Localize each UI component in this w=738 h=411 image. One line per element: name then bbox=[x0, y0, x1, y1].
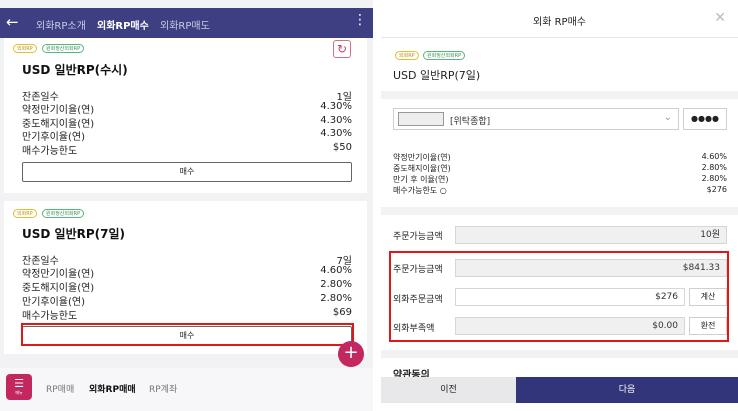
account-select[interactable]: [위탁종합] ⌄ bbox=[393, 108, 679, 130]
info-row: 만기후이율(연) 4.30% bbox=[22, 128, 352, 143]
badge-fx-rp: 외화RP bbox=[395, 51, 419, 60]
info-row: 매수가능한도 $50 bbox=[22, 142, 352, 157]
nav-fx-rp-trade[interactable]: 외화RP매매 bbox=[89, 382, 136, 395]
tab-rp-sell[interactable]: 외화RP매도 bbox=[160, 17, 210, 32]
password-field[interactable]: ●●●● bbox=[683, 108, 727, 130]
card-title: USD 일반RP(수시) bbox=[22, 63, 128, 77]
plus-icon[interactable]: + bbox=[338, 341, 364, 367]
badge-krw-settle: 원화정산외화RP bbox=[423, 51, 466, 60]
refresh-icon[interactable]: ↻ bbox=[333, 40, 351, 58]
page-title: 외화 RP매수 bbox=[533, 17, 586, 28]
menu-button[interactable]: ☰ 메뉴 bbox=[6, 374, 32, 400]
divider bbox=[381, 207, 738, 215]
header-bar: ← 외화RP소개 외화RP매수 외화RP매도 ⋮ bbox=[0, 8, 373, 38]
tab-rp-intro[interactable]: 외화RP소개 bbox=[36, 17, 86, 32]
order-krw-value: 10원 bbox=[455, 226, 727, 244]
badge-fx-rp: 외화RP bbox=[13, 209, 37, 218]
order-krw-label: 주문가능금액 bbox=[393, 232, 443, 242]
divider bbox=[381, 350, 738, 358]
account-type: [위탁종합] bbox=[450, 117, 491, 127]
left-screen: ← 외화RP소개 외화RP매수 외화RP매도 ⋮ 외화RP 원화정산외화RP ↻… bbox=[0, 0, 373, 411]
title-bar: 외화 RP매수 ✕ bbox=[381, 0, 738, 38]
summary-row: 중도해지이율(연) 2.80% bbox=[393, 163, 727, 173]
fx-order-input[interactable]: $276 bbox=[455, 288, 685, 306]
info-row: 잔존일수 1일 bbox=[22, 92, 352, 103]
summary-row: 매수가능한도 ○ $276 bbox=[393, 185, 727, 195]
chevron-down-icon: ⌄ bbox=[663, 112, 672, 123]
info-row: 만기후이율(연) 2.80% bbox=[22, 293, 352, 308]
buy-button[interactable]: 매수 bbox=[22, 162, 352, 182]
divider bbox=[381, 91, 738, 99]
nav-rp-account[interactable]: RP계좌 bbox=[149, 382, 177, 395]
info-row: 중도해지이율(연) 2.80% bbox=[22, 279, 352, 294]
exchange-button[interactable]: 환전 bbox=[689, 317, 727, 335]
tab-rp-buy[interactable]: 외화RP매수 bbox=[97, 17, 149, 32]
product-card: 외화RP 원화정산외화RP ↻ USD 일반RP(수시) 잔존일수 1일 약정만기… bbox=[4, 38, 367, 193]
calculate-button[interactable]: 계산 bbox=[689, 288, 727, 306]
fx-short-value: $0.00 bbox=[455, 317, 685, 335]
summary-row: 약정만기이율(연) 4.60% bbox=[393, 152, 727, 162]
info-row: 잔존일수 7일 bbox=[22, 256, 352, 267]
prev-button[interactable]: 이전 bbox=[381, 377, 516, 403]
account-number-mask bbox=[398, 112, 444, 126]
hamburger-icon: ☰ bbox=[14, 377, 24, 390]
badge-krw-settle: 원화정산외화RP bbox=[42, 209, 85, 218]
right-screen: 외화 RP매수 ✕ 외화RP 원화정산외화RP USD 일반RP(7일) [위탁… bbox=[381, 0, 738, 411]
fx-order-label: 외화주문금액 bbox=[393, 295, 443, 305]
order-usd-label: 주문가능금액 bbox=[393, 265, 443, 275]
nav-rp-trade[interactable]: RP매매 bbox=[46, 382, 74, 395]
bottom-nav: ☰ 메뉴 RP매매 외화RP매매 RP계좌 bbox=[0, 368, 373, 411]
info-row: 약정만기이율(연) 4.60% bbox=[22, 265, 352, 280]
kebab-icon[interactable]: ⋮ bbox=[353, 12, 367, 28]
badge-fx-rp: 외화RP bbox=[13, 44, 37, 53]
arrow-left-icon[interactable]: ← bbox=[6, 13, 19, 31]
next-button[interactable]: 다음 bbox=[516, 377, 738, 403]
footer-buttons: 이전 다음 bbox=[381, 377, 738, 403]
card-title: USD 일반RP(7일) bbox=[22, 227, 125, 241]
order-usd-value: $841.33 bbox=[455, 259, 727, 277]
info-row: 매수가능한도 $69 bbox=[22, 307, 352, 322]
close-icon[interactable]: ✕ bbox=[714, 10, 726, 26]
summary-row: 만기 후 이율(연) 2.80% bbox=[393, 174, 727, 184]
highlight-box bbox=[21, 323, 354, 346]
badge-krw-settle: 원화정산외화RP bbox=[42, 44, 85, 53]
product-title: USD 일반RP(7일) bbox=[393, 69, 481, 82]
info-row: 중도해지이율(연) 4.30% bbox=[22, 115, 352, 130]
fx-short-label: 외화부족액 bbox=[393, 324, 435, 334]
info-row: 약정만기이율(연) 4.30% bbox=[22, 101, 352, 116]
